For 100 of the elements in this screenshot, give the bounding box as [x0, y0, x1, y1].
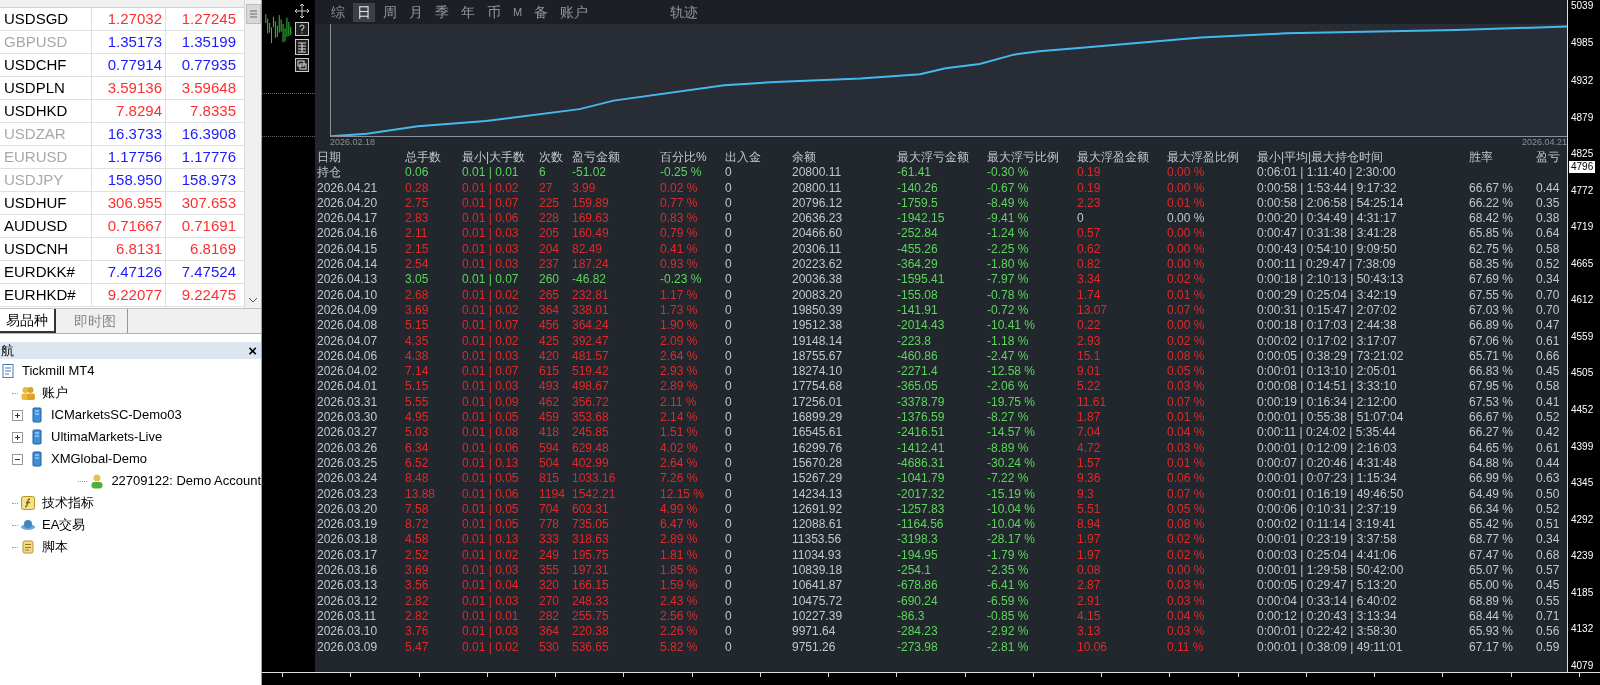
table-cell: -2014.43	[897, 318, 945, 333]
symbol-name[interactable]: USDSGD	[0, 8, 92, 30]
table-cell: -0.30 %	[987, 165, 1029, 180]
tree-item[interactable]: 脚本	[42, 537, 68, 557]
table-cell: 68.42 %	[1469, 211, 1514, 226]
table-cell: 6.34	[405, 440, 429, 455]
period-tab[interactable]: 轨迹	[666, 2, 703, 22]
symbol-name[interactable]: AUDUSD	[0, 215, 92, 237]
period-tab[interactable]: 年	[457, 2, 479, 22]
table-cell: 2026.03.26	[317, 440, 378, 455]
scroll-thumb-icon[interactable]	[245, 4, 261, 24]
ask-price: 1.17776	[180, 146, 237, 167]
tree-item[interactable]: XMGlobal-Demo	[51, 449, 148, 469]
symbol-name[interactable]: USDCHF	[0, 54, 92, 76]
table-cell: -3378.79	[897, 394, 945, 409]
table-cell: 0:00:01 | 0:12:09 | 2:16:03	[1257, 440, 1397, 455]
period-tab[interactable]: 季	[431, 2, 453, 22]
table-cell: 0:00:08 | 0:14:51 | 3:33:10	[1257, 379, 1397, 394]
table-cell: 2026.04.08	[317, 318, 378, 333]
table-cell: -30.24 %	[987, 455, 1036, 470]
table-cell: 5.55	[405, 394, 429, 409]
table-cell: 0.42	[1536, 425, 1560, 440]
table-cell: 197.31	[572, 563, 609, 577]
table-cell: -1.24 %	[987, 226, 1029, 241]
symbol-name[interactable]: EURDKK#	[0, 261, 92, 283]
table-cell: -678.86	[897, 578, 938, 593]
table-cell: -2.81 %	[987, 639, 1029, 654]
bid-price: 6.8131	[92, 238, 166, 260]
table-cell: 0.68	[1536, 547, 1560, 562]
table-cell: 530	[539, 639, 560, 654]
table-cell: 18274.10	[792, 364, 843, 379]
table-cell: 282	[539, 608, 560, 623]
tree-item[interactable]: Tickmill MT4	[22, 361, 95, 381]
price-label: 4772	[1571, 184, 1595, 197]
table-cell: 2026.03.23	[317, 486, 378, 501]
period-tab[interactable]: 周	[379, 2, 401, 22]
move-icon[interactable]	[294, 3, 310, 19]
period-tab[interactable]: 日	[353, 2, 375, 22]
table-cell: 0.01 | 0.02	[462, 333, 519, 348]
table-cell: 0.04 %	[1167, 425, 1205, 440]
table-cell: 2026.04.20	[317, 195, 378, 210]
symbol-name[interactable]: USDHUF	[0, 192, 92, 214]
table-cell: 0.66	[1536, 348, 1560, 363]
table-cell: 0:00:01 | 0:22:42 | 3:58:30	[1257, 624, 1397, 639]
table-cell: 20306.11	[792, 241, 842, 256]
table-cell: 0.01 | 0.03	[462, 241, 519, 256]
table-cell: 2026.03.25	[317, 455, 378, 470]
price-label: 4505	[1571, 367, 1595, 380]
panel-tab[interactable]: 易品种	[0, 309, 56, 333]
symbol-name[interactable]: EURHKD#	[0, 284, 92, 306]
table-cell: 4.99 %	[660, 501, 698, 516]
help-icon[interactable]	[295, 22, 309, 36]
symbol-name[interactable]: USDPLN	[0, 77, 92, 99]
table-cell: -141.91	[897, 302, 938, 317]
tree-item[interactable]: ICMarketsSC-Demo03	[51, 405, 182, 425]
scrollbar[interactable]	[244, 0, 261, 308]
table-cell: 0:00:58 | 1:53:44 | 9:17:32	[1257, 180, 1397, 195]
table-cell: -2.25 %	[987, 241, 1029, 256]
table-cell: -19.75 %	[987, 394, 1036, 409]
expand-toggle[interactable]	[12, 409, 23, 421]
table-cell: -6.59 %	[987, 593, 1029, 608]
table-cell: -1.18 %	[987, 333, 1029, 348]
table-cell: -1041.79	[897, 471, 945, 486]
table-cell: 20800.11	[792, 165, 842, 180]
table-cell: 0.62	[1077, 241, 1101, 256]
period-tab[interactable]: 综	[327, 2, 349, 22]
close-button[interactable]: ×	[248, 343, 257, 358]
window-icon[interactable]	[295, 58, 309, 72]
collapse-toggle[interactable]	[12, 453, 23, 465]
grid-icon[interactable]	[295, 39, 309, 55]
table-cell: 2.64 %	[660, 348, 698, 363]
expand-toggle[interactable]	[12, 431, 23, 443]
tree-item[interactable]: EA交易	[42, 515, 86, 535]
table-cell: 225	[539, 195, 560, 210]
table-cell: 0:00:11 | 0:24:02 | 5:35:44	[1257, 425, 1396, 440]
table-cell: 0.01 | 0.07	[462, 272, 519, 287]
tree-item[interactable]: 22709122: Demo Account	[111, 471, 261, 491]
period-tab[interactable]: M	[509, 2, 527, 22]
table-cell: 2026.04.16	[317, 226, 378, 241]
table-cell: 1542.21	[572, 486, 616, 501]
table-cell: 0.07 %	[1167, 302, 1205, 317]
table-cell: 0.00 %	[1167, 180, 1205, 195]
period-tab[interactable]: 币	[483, 2, 505, 22]
tree-item[interactable]: 账户	[42, 383, 68, 403]
bid-price: 16.3733	[92, 123, 166, 145]
table-cell: -2.92 %	[987, 624, 1029, 639]
period-tab[interactable]: 月	[405, 2, 427, 22]
tree-item[interactable]: 技术指标	[42, 493, 94, 513]
table-cell: 0	[725, 257, 732, 272]
chevron-down-icon[interactable]	[248, 296, 258, 304]
tree-item[interactable]: UltimaMarkets-Live	[51, 427, 163, 447]
table-cell: 0:06:01 | 1:11:40 | 2:30:00	[1257, 165, 1396, 180]
table-cell: 0	[725, 425, 732, 440]
table-cell: 0.50	[1536, 486, 1560, 501]
table-cell: 0.02 %	[1167, 532, 1205, 547]
symbol-name[interactable]: USDHKD	[0, 100, 92, 122]
period-tab[interactable]: 备	[530, 2, 553, 22]
symbol-name[interactable]: USDCNH	[0, 238, 92, 260]
period-tab[interactable]: 账户	[556, 2, 593, 22]
price-label: 4185	[1571, 586, 1595, 599]
